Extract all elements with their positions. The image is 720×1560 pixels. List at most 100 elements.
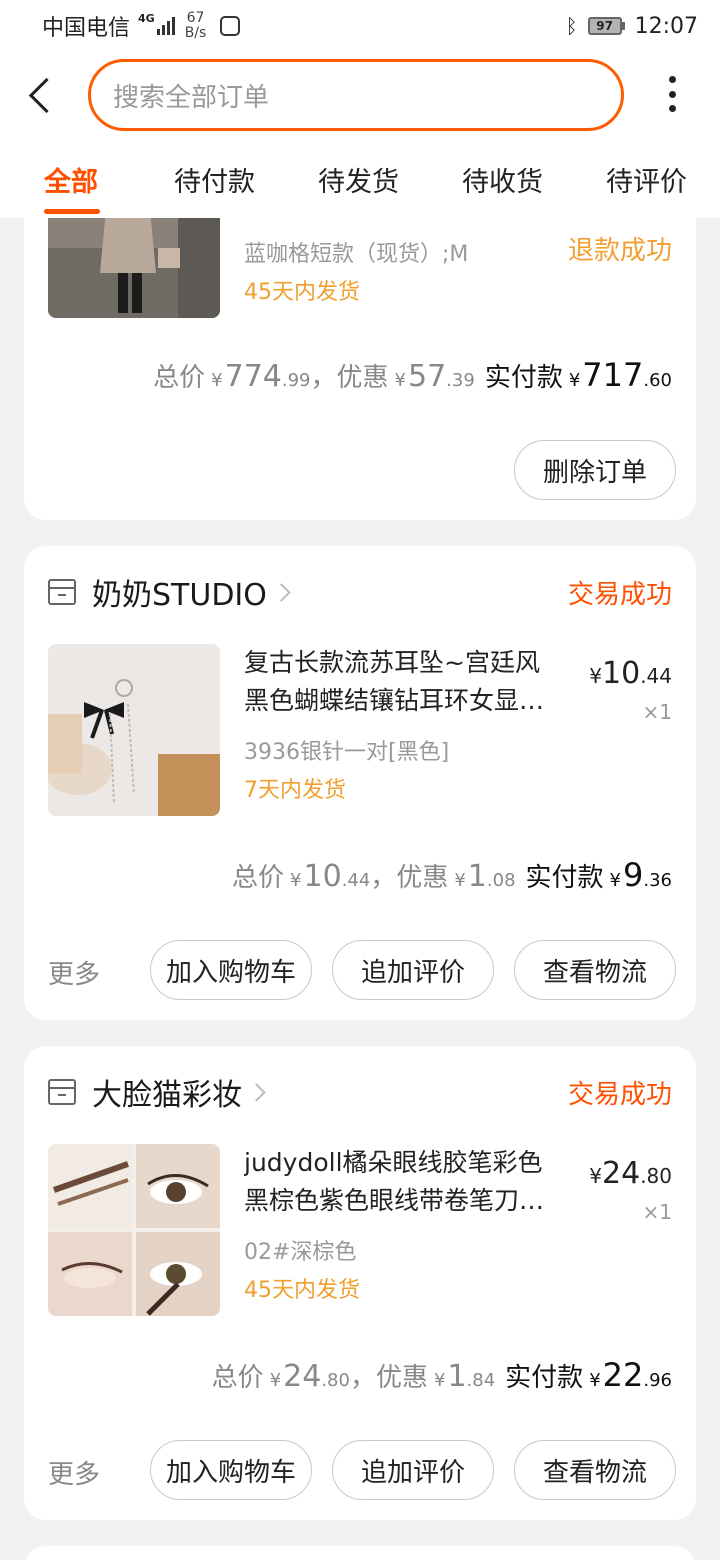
add-to-cart-button[interactable]: 加入购物车 [150,1440,312,1500]
discount-int: 1 [447,1359,467,1394]
order-status: 交易成功 [567,580,672,610]
price-int: 10 [602,656,641,691]
order-card: 退款成功 蓝咖格短款（现货）;M 45天内发货 总价 ¥774.99 ，优惠 ¥57.… [24,218,696,520]
speed-unit: B/s [184,25,207,41]
header: 搜索全部订单 [0,52,720,140]
total-label: 总价 [232,863,285,893]
battery-level: 97 [587,17,622,35]
price-int: 24 [602,1156,641,1191]
product-quantity: ×1 [642,1200,672,1224]
order-tabs: 全部 待付款 待发货 待收货 待评价 [0,140,720,218]
network-type: 4G [138,12,155,25]
tab-pending-review[interactable]: 待评价 [606,160,687,199]
product-quantity: ×1 [642,700,672,724]
discount-dec: .84 [466,1370,496,1391]
add-review-button[interactable]: 追加评价 [332,940,494,1000]
paid-int: 717 [582,356,644,394]
more-options-icon[interactable] [660,72,684,116]
paid-label: 实付款 [525,863,604,893]
total-int: 774 [224,359,282,394]
store-row[interactable]: 大脸猫彩妆 [48,1070,266,1114]
product-image[interactable] [48,644,220,816]
more-link[interactable]: 更多 [48,954,100,991]
product-image[interactable] [48,1144,220,1316]
add-to-cart-button[interactable]: 加入购物车 [150,940,312,1000]
discount-dec: .08 [486,870,516,891]
product-photo-earrings [48,644,220,816]
signal-icon [156,17,175,35]
paid-dec: .36 [643,870,672,891]
view-logistics-button[interactable]: 查看物流 [514,1440,676,1500]
product-sku: 蓝咖格短款（现货）;M [244,242,469,267]
discount-label: ，优惠 [310,363,389,393]
carrier-label: 中国电信 [42,16,131,41]
delete-order-button[interactable]: 删除订单 [514,440,676,500]
status-bar: 中国电信 4G 67 B/s ᛒ 97 12:07 [0,0,720,52]
product-title-line2: 黑棕色紫色眼线带卷笔刀… [244,1186,545,1215]
product-sku: 3936银针一对[黑色] [244,740,450,765]
total-dec: .44 [341,870,371,891]
currency-symbol: ¥ [394,370,406,391]
currency-symbol: ¥ [568,370,581,391]
product-title-line1: 复古长款流苏耳坠~宫廷风 [244,648,540,677]
product-price: ¥10.44 [589,656,672,691]
total-label: 总价 [153,363,206,393]
product-sku: 02#深棕色 [244,1240,357,1265]
tab-pending-shipment[interactable]: 待发货 [318,160,399,199]
product-title[interactable]: 复古长款流苏耳坠~宫廷风 黑色蝴蝶结镶钻耳环女显… [244,644,564,720]
shipping-time: 7天内发货 [244,778,346,803]
store-row[interactable]: 奶奶STUDIO [48,570,291,614]
more-link[interactable]: 更多 [48,1454,100,1491]
product-price: ¥24.80 [589,1156,672,1191]
clock: 12:07 [634,13,698,39]
discount-int: 57 [407,359,447,394]
tab-pending-payment[interactable]: 待付款 [174,160,255,199]
price-dec: .44 [640,664,672,688]
currency-symbol: ¥ [589,1370,601,1391]
total-label: 总价 [211,1363,264,1393]
paid-dec: .96 [643,1370,672,1391]
order-totals: 总价 ¥24.80 ，优惠 ¥1.84 实付款 ¥22.96 [212,1356,672,1394]
hand-icon [220,16,241,36]
shipping-time: 45天内发货 [244,280,360,305]
order-card: 奶奶STUDIO 交易成功 复古长款流苏耳坠~宫廷风 黑色蝴蝶结镶钻耳环女显… … [24,546,696,1020]
currency-symbol: ¥ [290,870,302,891]
product-title[interactable]: judydoll橘朵眼线胶笔彩色 黑棕色紫色眼线带卷笔刀… [244,1144,564,1220]
tab-pending-receipt[interactable]: 待收货 [462,160,543,199]
search-placeholder: 搜索全部订单 [113,82,270,113]
add-review-button[interactable]: 追加评价 [332,1440,494,1500]
total-dec: .99 [281,370,311,391]
order-totals: 总价 ¥774.99 ，优惠 ¥57.39 实付款 ¥717.60 [153,356,672,394]
product-title-line2: 黑色蝴蝶结镶钻耳环女显… [244,686,545,715]
store-icon [48,1079,76,1105]
currency-symbol: ¥ [211,370,223,391]
chevron-right-icon [272,582,291,602]
store-name: 大脸猫彩妆 [92,1078,242,1113]
product-title-line1: judydoll橘朵眼线胶笔彩色 [244,1148,543,1177]
discount-label: ，优惠 [370,863,449,893]
chevron-right-icon [247,1082,266,1102]
tab-all[interactable]: 全部 [44,160,98,199]
paid-label: 实付款 [484,363,563,393]
view-logistics-button[interactable]: 查看物流 [514,940,676,1000]
paid-int: 22 [602,1356,644,1394]
back-icon[interactable] [24,74,64,118]
battery-icon: 97 [587,17,625,35]
discount-int: 1 [467,859,487,894]
currency-symbol: ¥ [269,1370,282,1391]
discount-dec: .39 [446,370,475,391]
order-list[interactable]: 退款成功 蓝咖格短款（现货）;M 45天内发货 总价 ¥774.99 ，优惠 ¥57.… [0,218,720,1560]
total-int: 24 [283,1359,322,1394]
paid-int: 9 [623,856,644,894]
total-dec: .80 [321,1370,350,1391]
product-image[interactable] [48,218,220,318]
price-dec: .80 [640,1164,672,1188]
paid-dec: .60 [643,370,672,391]
currency-symbol: ¥ [609,870,621,891]
bluetooth-icon: ᛒ [565,14,578,38]
order-totals: 总价 ¥10.44 ，优惠 ¥1.08 实付款 ¥9.36 [232,856,672,894]
store-name: 奶奶STUDIO [92,578,267,613]
search-input[interactable]: 搜索全部订单 [88,59,624,131]
order-status: 交易成功 [567,1080,672,1110]
currency-symbol: ¥ [454,870,466,891]
